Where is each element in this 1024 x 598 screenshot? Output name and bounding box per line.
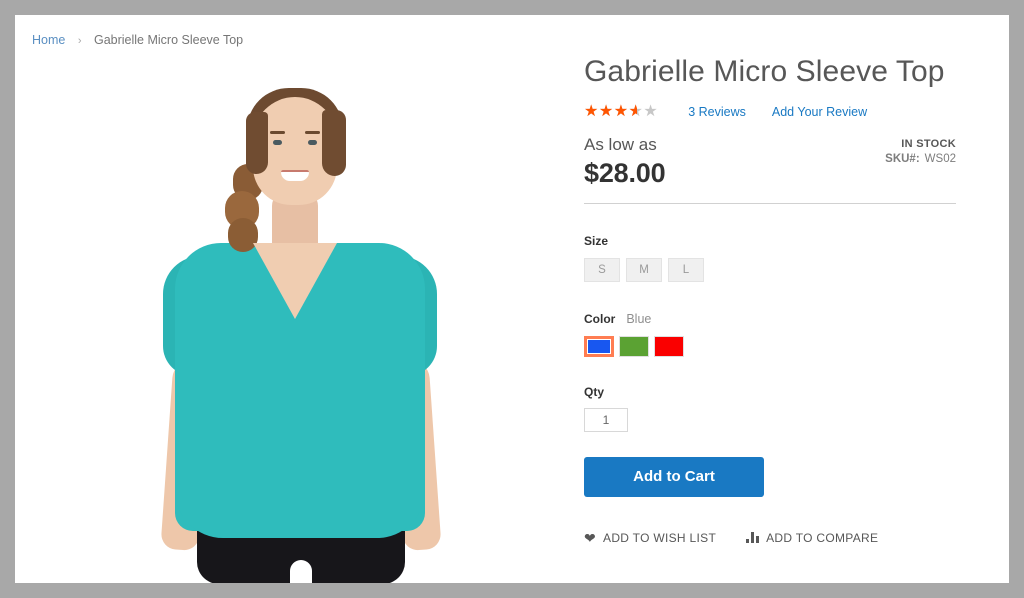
stars-filled: ★★★★★ xyxy=(584,103,638,120)
color-option-label: Color Blue xyxy=(584,312,956,326)
sku-label: SKU#: xyxy=(885,152,920,165)
breadcrumb-home-link[interactable]: Home xyxy=(32,33,65,47)
size-option-block: Size S M L xyxy=(584,234,956,282)
model-eyebrow-left xyxy=(270,131,285,134)
price-block: As low as $28.00 IN STOCK SKU#: WS02 xyxy=(584,135,956,197)
add-to-compare-label: ADD TO COMPARE xyxy=(766,530,879,545)
heart-icon: ❤ xyxy=(584,529,597,546)
size-swatch-row: S M L xyxy=(584,257,956,282)
rating-summary: ★★★★★ ★★★★★ 3 Reviews Add Your Review xyxy=(584,103,956,121)
star-rating-icon[interactable]: ★★★★★ ★★★★★ xyxy=(584,103,658,120)
model-hair-right xyxy=(322,110,346,176)
size-option-label: Size xyxy=(584,233,609,248)
size-swatch-l[interactable]: L xyxy=(668,257,704,282)
sku-value: WS02 xyxy=(924,152,956,165)
quantity-label: Qty xyxy=(584,384,605,399)
model-eye-left xyxy=(273,140,282,145)
model-shorts-gap xyxy=(290,560,312,583)
color-swatch-green[interactable] xyxy=(619,335,649,357)
quantity-input[interactable] xyxy=(584,407,628,432)
sku-block: SKU#: WS02 xyxy=(885,153,956,165)
color-swatch-red[interactable] xyxy=(654,335,684,357)
model-eyebrow-right xyxy=(305,131,320,134)
size-swatch-s[interactable]: S xyxy=(584,257,620,282)
add-your-review-link[interactable]: Add Your Review xyxy=(772,105,867,119)
availability-block: IN STOCK SKU#: WS02 xyxy=(885,138,956,165)
breadcrumb-separator-icon: › xyxy=(77,35,82,47)
add-to-wish-list-link[interactable]: ❤ ADD TO WISH LIST xyxy=(584,531,716,545)
add-to-cart-button[interactable]: Add to Cart xyxy=(584,456,764,497)
model-eye-right xyxy=(308,140,317,145)
add-to-compare-link[interactable]: ADD TO COMPARE xyxy=(746,531,878,545)
breadcrumb: Home › Gabrielle Micro Sleeve Top xyxy=(32,33,243,47)
color-swatch-blue[interactable] xyxy=(584,335,614,357)
model-illustration xyxy=(25,60,575,583)
add-to-wish-list-label: ADD TO WISH LIST xyxy=(603,530,717,545)
quantity-block: Qty xyxy=(584,385,956,432)
size-swatch-m[interactable]: M xyxy=(626,257,662,282)
model-mouth xyxy=(281,170,309,181)
color-label-text: Color xyxy=(584,311,616,326)
color-swatch-row xyxy=(584,335,956,357)
product-shirt-hem xyxy=(175,490,425,538)
color-option-block: Color Blue xyxy=(584,312,956,357)
status-badge: IN STOCK xyxy=(901,137,956,150)
product-info-panel: Gabrielle Micro Sleeve Top ★★★★★ ★★★★★ 3… xyxy=(584,55,956,545)
product-gallery[interactable] xyxy=(25,60,575,583)
section-divider xyxy=(584,202,956,204)
secondary-actions: ❤ ADD TO WISH LIST ADD TO COMPARE xyxy=(584,531,956,545)
breadcrumb-current-page: Gabrielle Micro Sleeve Top xyxy=(93,33,244,47)
page-content: Home › Gabrielle Micro Sleeve Top Gabrie… xyxy=(15,15,1009,583)
product-image[interactable] xyxy=(25,60,575,583)
page-title: Gabrielle Micro Sleeve Top xyxy=(584,55,945,88)
model-ponytail-segment xyxy=(228,218,258,252)
reviews-count-link[interactable]: 3 Reviews xyxy=(688,105,746,119)
model-hair-left xyxy=(246,112,268,174)
color-selected-value: Blue xyxy=(626,311,652,326)
compare-bars-icon xyxy=(746,532,760,543)
